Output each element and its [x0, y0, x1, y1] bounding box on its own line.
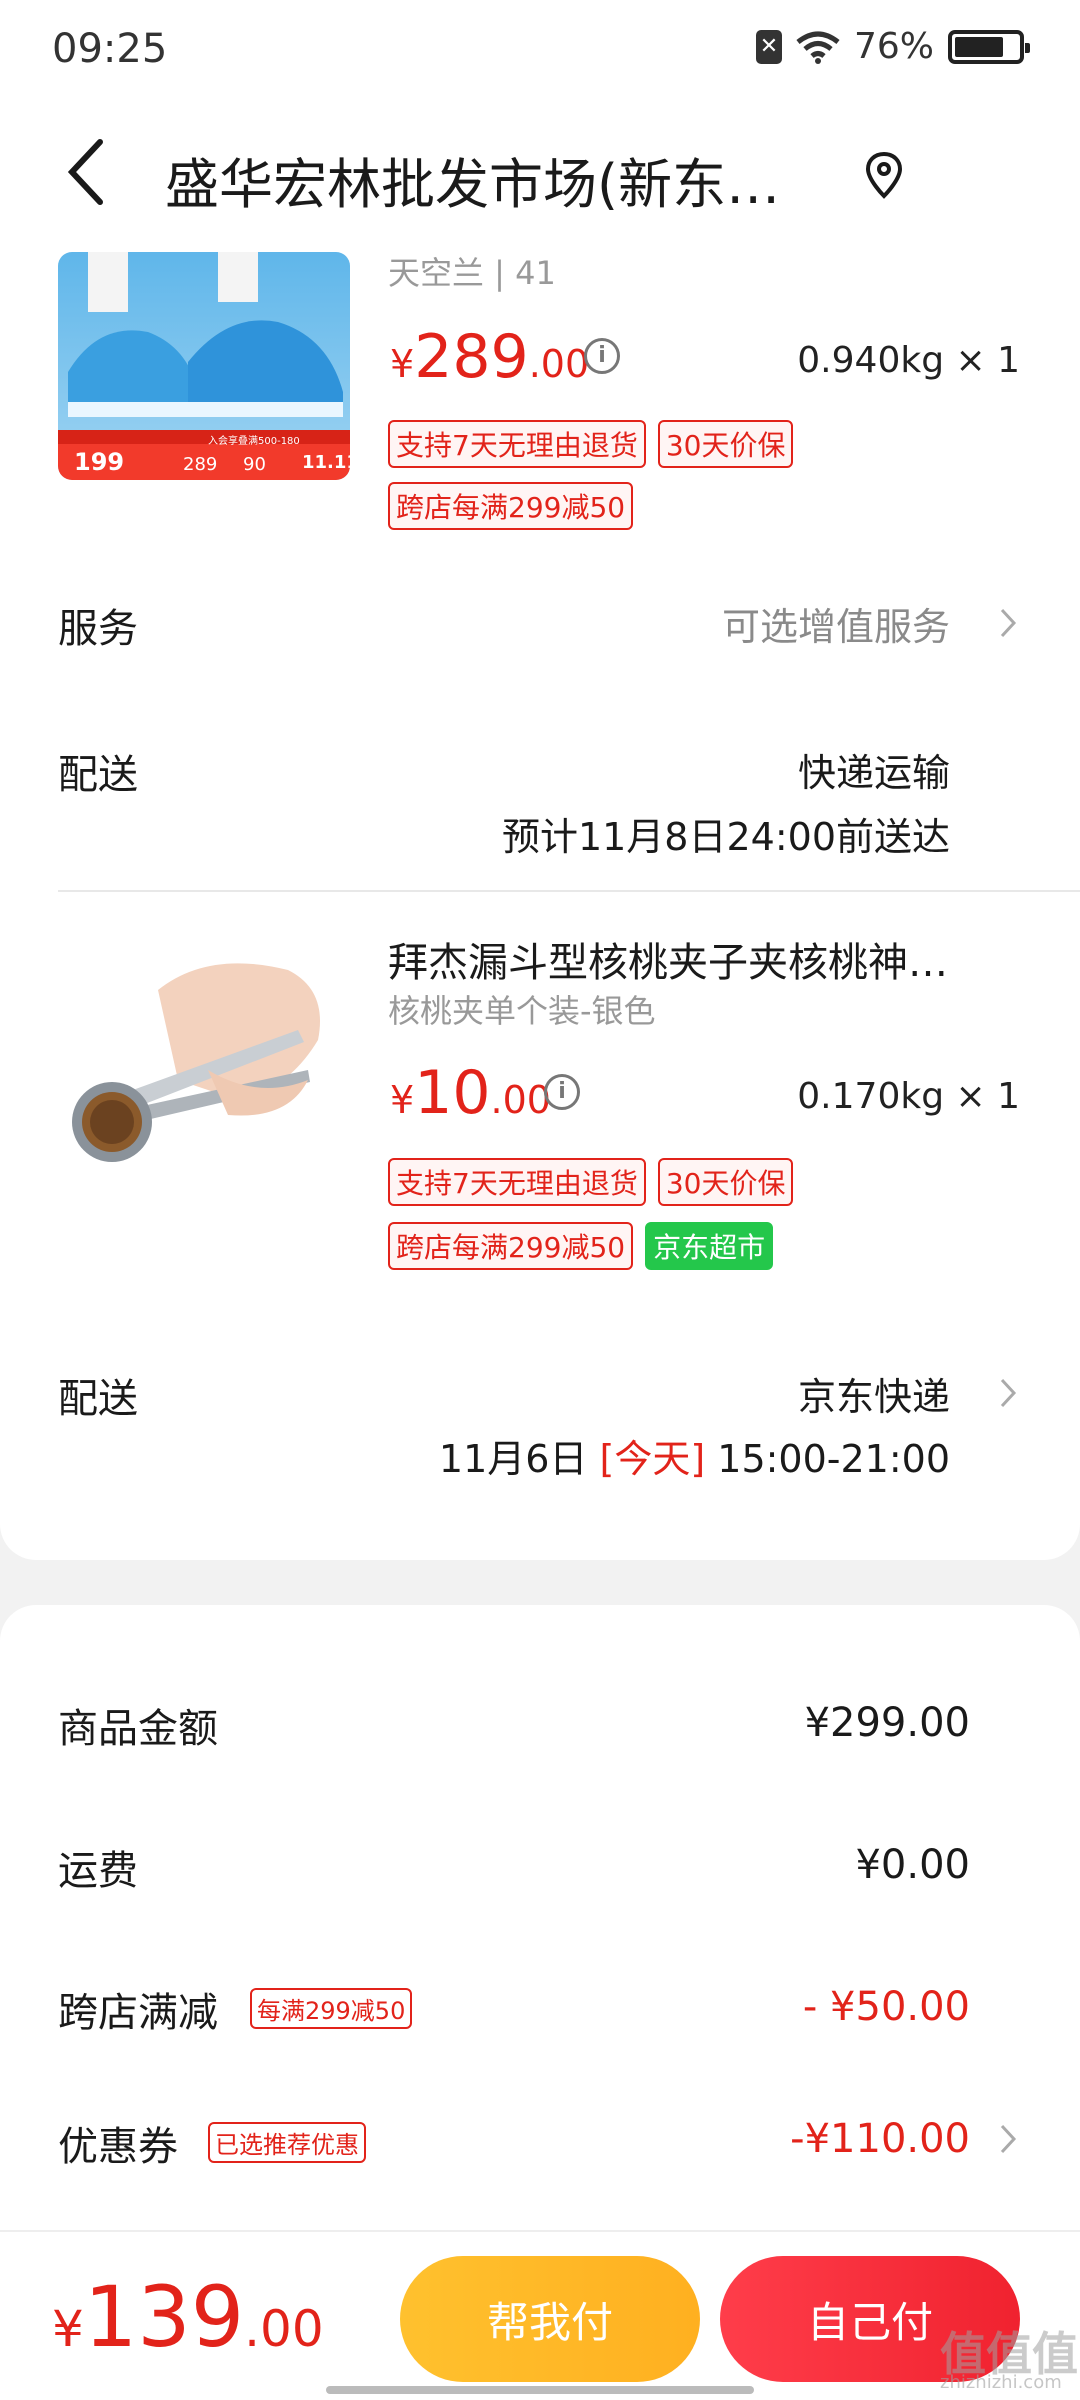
tag-price-protect: 30天价保 — [657, 420, 794, 468]
coupon-label: 优惠券 — [58, 2124, 178, 2170]
item1-tags: 支持7天无理由退货 30天价保 跨店每满299减50 — [388, 420, 1028, 530]
coupon-value[interactable]: -¥110.00 — [790, 2116, 970, 2162]
price-info-icon[interactable]: i — [544, 1074, 580, 1110]
status-icons: ✕ 76% — [755, 26, 1030, 67]
item2-weight: 0.170kg × 1 — [797, 1076, 1020, 1117]
help-me-pay-button[interactable]: 帮我付 — [400, 2256, 700, 2382]
tag-cross-store: 跨店每满299减50 — [388, 1222, 634, 1270]
banner-promo-text: 入会享叠满500-180 — [208, 436, 300, 447]
service-label: 服务 — [58, 606, 138, 652]
chevron-right-icon[interactable] — [996, 604, 1020, 642]
tag-return-7days: 支持7天无理由退货 — [388, 420, 646, 468]
item2-price: ¥ 10 .00 — [390, 1058, 551, 1128]
cross-store-discount-label: 跨店满减 — [58, 1990, 218, 2036]
banner-price-d: 11.11 — [302, 452, 350, 473]
location-pin-icon[interactable] — [862, 150, 906, 202]
service-value[interactable]: 可选增值服务 — [722, 596, 950, 651]
delivery2-method[interactable]: 京东快递 — [798, 1366, 950, 1421]
coupon-tag: 已选推荐优惠 — [208, 2122, 366, 2163]
back-arrow-icon[interactable] — [58, 132, 118, 212]
chevron-right-icon[interactable] — [996, 1374, 1020, 1412]
banner-price-b: 289 — [183, 454, 218, 475]
shoe-product-image[interactable]: 199 入会享叠满500-180 289 90 11.11 — [58, 252, 350, 480]
delivery2-window: 15:00-21:00 — [717, 1437, 950, 1481]
goods-amount-value: ¥299.00 — [804, 1700, 970, 1746]
page-title: 盛华宏林批发市场(新东… — [165, 153, 781, 216]
battery-percent: 76% — [853, 26, 934, 67]
freight-value: ¥0.00 — [855, 1842, 970, 1888]
banner-price-a: 199 — [74, 448, 125, 476]
delivery2-label: 配送 — [58, 1376, 138, 1422]
home-indicator[interactable] — [326, 2386, 754, 2394]
price-info-icon[interactable]: i — [584, 338, 620, 374]
status-time: 09:25 — [52, 26, 168, 72]
nutcracker-product-image[interactable] — [58, 950, 350, 1178]
chevron-right-icon[interactable] — [996, 2120, 1020, 2158]
tag-cross-store: 跨店每满299减50 — [388, 482, 634, 530]
delivery-eta: 预计11月8日24:00前送达 — [501, 815, 950, 859]
delivery-method: 快递运输 — [797, 751, 950, 795]
delivery-label: 配送 — [58, 752, 138, 798]
divider — [58, 890, 1080, 892]
goods-amount-label: 商品金额 — [58, 1706, 218, 1752]
cross-store-discount-value: - ¥50.00 — [802, 1984, 970, 2030]
freight-label: 运费 — [58, 1848, 138, 1894]
watermark-url: zhizhizhi.com — [940, 2372, 1062, 2393]
no-sim-icon: ✕ — [755, 29, 782, 64]
discount-tag: 每满299减50 — [250, 1988, 413, 2029]
total-price: ¥ 139 .00 — [52, 2268, 324, 2366]
delivery2-time: 11月6日 [今天] 15:00-21:00 — [439, 1428, 950, 1483]
item2-tags: 支持7天无理由退货 30天价保 跨店每满299减50 京东超市 — [388, 1158, 1028, 1270]
delivery2-today: [今天] — [599, 1437, 706, 1481]
item1-variant: 天空兰 | 41 — [388, 254, 556, 292]
tag-jd-supermarket: 京东超市 — [645, 1222, 774, 1270]
delivery2-date: 11月6日 — [438, 1437, 588, 1481]
tag-price-protect: 30天价保 — [657, 1158, 794, 1206]
item1-price: ¥ 289 .00 — [390, 322, 590, 392]
tag-return-7days: 支持7天无理由退货 — [388, 1158, 646, 1206]
item2-variant: 核桃夹单个装-银色 — [388, 992, 656, 1030]
wifi-icon — [796, 31, 840, 64]
item1-weight: 0.940kg × 1 — [797, 340, 1020, 381]
battery-icon — [948, 29, 1030, 64]
item2-name[interactable]: 拜杰漏斗型核桃夹子夹核桃神… — [388, 930, 1008, 988]
banner-price-c: 90 — [243, 454, 266, 475]
